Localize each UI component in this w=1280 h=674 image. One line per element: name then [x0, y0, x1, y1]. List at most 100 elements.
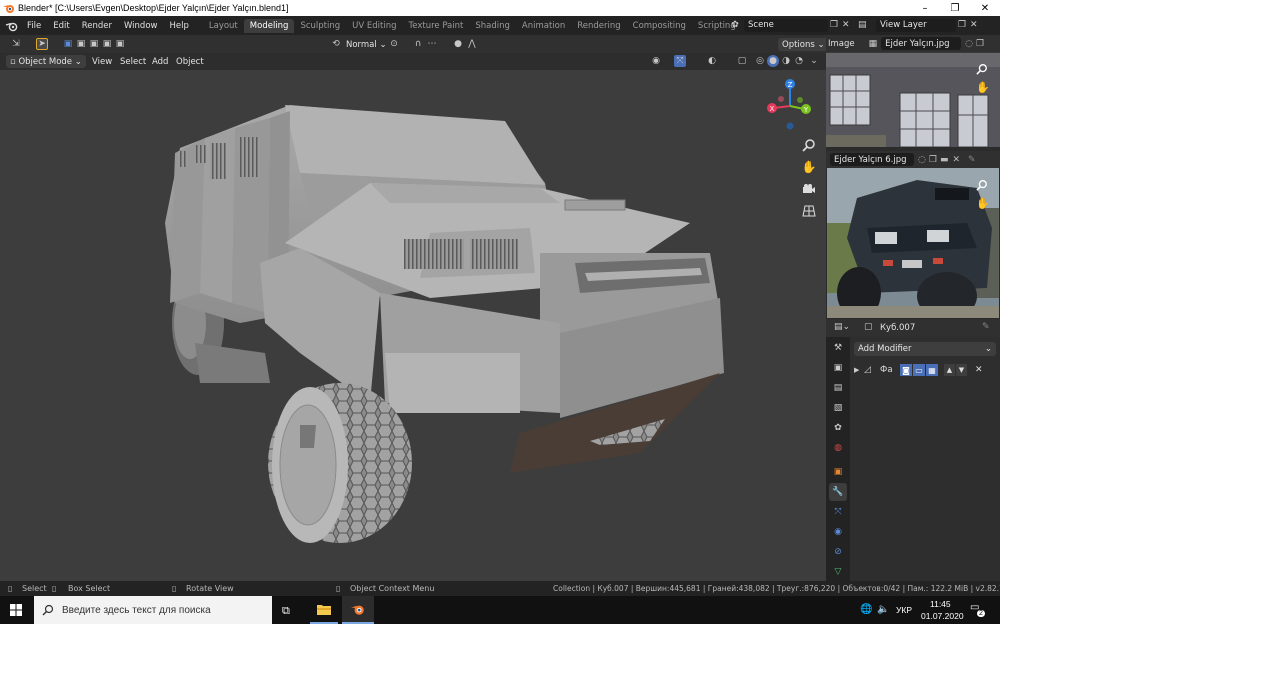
clock-time[interactable]: 11:45: [930, 599, 951, 609]
view-layer-tab-icon[interactable]: ▧: [829, 399, 847, 417]
modifier-name-field[interactable]: Фа: [880, 365, 900, 375]
tab-animation[interactable]: Animation: [516, 19, 571, 33]
scene-tab-icon[interactable]: ✿: [829, 419, 847, 437]
remove-scene-icon[interactable]: ✕: [842, 20, 854, 30]
new-image-icon-top[interactable]: ❐: [976, 39, 984, 49]
unlink-image-icon[interactable]: ✕: [952, 155, 960, 165]
pivot-point-icon[interactable]: ⊙: [388, 38, 400, 50]
menu-object[interactable]: Object: [172, 55, 208, 68]
zoom-icon-bottom[interactable]: [976, 179, 988, 194]
particles-tab-icon[interactable]: ⤧: [829, 503, 847, 521]
shading-options-icon[interactable]: ⌄: [808, 55, 820, 67]
close-button[interactable]: ✕: [970, 0, 1000, 16]
move-up-icon[interactable]: ▲: [944, 364, 955, 376]
editor-type-icon[interactable]: ▤⌄: [834, 322, 850, 332]
image-name-field-bottom[interactable]: Ejder Yalçın 6.jpg: [830, 153, 914, 166]
pin-properties-icon[interactable]: ✎: [982, 322, 990, 332]
pan-hand-icon-bottom[interactable]: ✋: [976, 197, 990, 210]
blender-taskbar-icon[interactable]: [342, 596, 374, 624]
constraints-tab-icon[interactable]: ⊘: [829, 543, 847, 561]
tab-rendering[interactable]: Rendering: [571, 19, 626, 33]
clock-date[interactable]: 01.07.2020: [921, 611, 964, 621]
select-tool-icon[interactable]: ➤: [36, 38, 48, 50]
options-dropdown[interactable]: Options ⌄: [778, 38, 829, 51]
language-indicator[interactable]: УКР: [896, 605, 912, 615]
tab-shading[interactable]: Shading: [469, 19, 516, 33]
tool-icon[interactable]: ⇲: [10, 38, 22, 50]
tab-uv-editing[interactable]: UV Editing: [346, 19, 402, 33]
remove-modifier-icon[interactable]: ✕: [975, 365, 983, 375]
select-mode-extend-icon[interactable]: ▣: [75, 38, 87, 50]
expand-modifier-icon[interactable]: ▶: [854, 366, 864, 374]
menu-select[interactable]: Select: [116, 55, 150, 68]
world-tab-icon[interactable]: ◍: [829, 439, 847, 457]
scene-icon[interactable]: ✿: [726, 19, 744, 32]
solid-shading-icon[interactable]: ●: [767, 55, 779, 67]
image-name-field-top[interactable]: Ejder Yalçın.jpg: [881, 37, 962, 50]
select-mode-invert-icon[interactable]: ▣: [101, 38, 113, 50]
visibility-icon[interactable]: ◉: [650, 55, 662, 67]
tab-sculpting[interactable]: Sculpting: [294, 19, 346, 33]
menu-file[interactable]: File: [21, 21, 47, 31]
select-mode-intersect-icon[interactable]: ▣: [114, 38, 126, 50]
object-tab-icon[interactable]: ▣: [829, 463, 847, 481]
select-mode-subtract-icon[interactable]: ▣: [88, 38, 100, 50]
overlays-icon[interactable]: ◐: [706, 55, 718, 67]
modifier-tab-icon[interactable]: 🔧: [829, 483, 847, 501]
select-mode-new-icon[interactable]: ▣: [62, 38, 74, 50]
object-data-tab-icon[interactable]: ▽: [829, 563, 847, 581]
tab-modeling[interactable]: Modeling: [243, 18, 295, 33]
menu-view[interactable]: View: [88, 55, 116, 68]
task-view-icon[interactable]: ⧉: [282, 604, 290, 618]
render-toggle-icon[interactable]: ◙: [900, 364, 912, 376]
mode-dropdown[interactable]: ▫ Object Mode ⌄: [6, 55, 86, 68]
image-browse-icon[interactable]: ▦: [869, 39, 878, 49]
perspective-grid-icon[interactable]: [800, 202, 818, 220]
tool-tab-icon[interactable]: ⚒: [829, 339, 847, 357]
gizmo-toggle-icon[interactable]: ⤧: [674, 55, 686, 67]
3d-viewport[interactable]: ▫ Object Mode ⌄ View Select Add Object ◉…: [0, 53, 826, 581]
pan-hand-icon[interactable]: ✋: [800, 158, 818, 176]
physics-tab-icon[interactable]: ◉: [829, 523, 847, 541]
pin-icon[interactable]: ✎: [968, 155, 976, 165]
wireframe-shading-icon[interactable]: ◎: [754, 55, 766, 67]
restore-button[interactable]: ❐: [940, 0, 970, 16]
network-icon[interactable]: 🌐: [860, 604, 872, 615]
tab-texture-paint[interactable]: Texture Paint: [403, 19, 470, 33]
move-down-icon[interactable]: ▼: [956, 364, 967, 376]
add-modifier-dropdown[interactable]: Add Modifier ⌄: [854, 342, 996, 356]
new-scene-icon[interactable]: ❐: [830, 20, 842, 30]
menu-window[interactable]: Window: [118, 21, 164, 31]
view-layer-field[interactable]: View Layer: [876, 18, 956, 32]
render-tab-icon[interactable]: ▣: [829, 359, 847, 377]
editmode-toggle-icon[interactable]: ▦: [926, 364, 938, 376]
open-image-icon[interactable]: ▬: [940, 155, 949, 165]
new-view-layer-icon[interactable]: ❐: [958, 20, 970, 30]
material-shading-icon[interactable]: ◑: [780, 55, 792, 67]
viewport-toggle-icon[interactable]: ▭: [913, 364, 925, 376]
falloff-icon[interactable]: ⋀: [466, 38, 478, 50]
taskbar-search[interactable]: Введите здесь текст для поиска: [34, 596, 272, 624]
output-tab-icon[interactable]: ▤: [829, 379, 847, 397]
snap-icon[interactable]: ∩: [412, 38, 424, 50]
zoom-icon-top[interactable]: [976, 63, 988, 78]
menu-edit[interactable]: Edit: [47, 21, 75, 31]
new-image-icon-bottom[interactable]: ❐: [929, 155, 937, 165]
proportional-editing-icon[interactable]: ●: [452, 38, 464, 50]
menu-help[interactable]: Help: [163, 21, 194, 31]
rendered-shading-icon[interactable]: ◔: [793, 55, 805, 67]
image-editor-mode-label[interactable]: Image: [828, 39, 855, 49]
tab-compositing[interactable]: Compositing: [627, 19, 692, 33]
blender-menu-icon[interactable]: [3, 16, 21, 35]
menu-add[interactable]: Add: [148, 55, 172, 68]
transform-orientation-dropdown[interactable]: Normal ⌄: [342, 38, 391, 51]
windows-start-icon[interactable]: [10, 604, 22, 616]
navigation-gizmo[interactable]: Z X Y: [764, 78, 816, 132]
fake-user-icon-top[interactable]: ◌: [965, 39, 973, 49]
fake-user-icon-bottom[interactable]: ◌: [918, 155, 926, 165]
view-layer-icon[interactable]: ▤: [858, 20, 876, 30]
camera-icon[interactable]: [800, 180, 818, 198]
volume-icon[interactable]: 🔈: [877, 604, 889, 615]
xray-icon[interactable]: ▢: [736, 55, 748, 67]
zoom-icon[interactable]: [800, 136, 818, 154]
